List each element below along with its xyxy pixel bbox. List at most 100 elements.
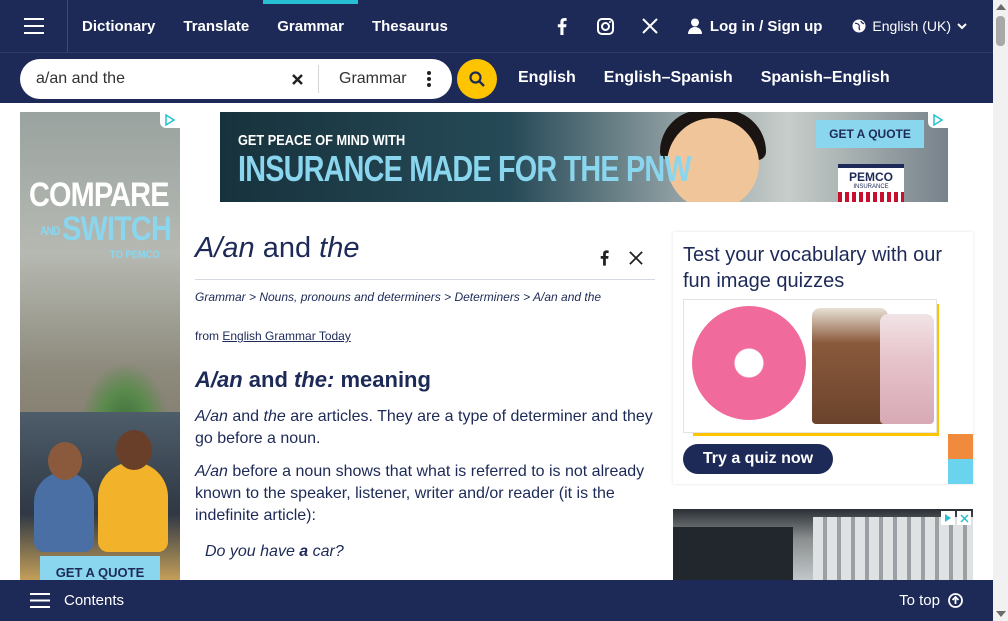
ad-person-head — [116, 430, 152, 470]
title-part: the — [319, 232, 360, 264]
user-icon — [687, 18, 702, 34]
paragraph: A/an before a noun shows that what is re… — [195, 461, 655, 527]
search-bar: Grammar English English–Spanish Spanish–… — [0, 52, 993, 103]
text-part: A/an — [195, 408, 228, 425]
search-button[interactable] — [457, 59, 497, 99]
source-prefix: from — [195, 329, 223, 343]
login-link[interactable]: Log in / Sign up — [687, 17, 823, 35]
quiz-promo: Test your vocabulary with our fun image … — [673, 232, 973, 484]
bottom-bar: Contents To top — [0, 580, 993, 621]
page-title: A/an and the — [195, 232, 655, 265]
nav-translate[interactable]: Translate — [169, 0, 263, 52]
heading-part: the: — [294, 367, 335, 392]
decorative-block — [948, 459, 973, 484]
ad-headline: INSURANCE MADE FOR THE PNW — [238, 148, 692, 189]
ad-tagline: GET PEACE OF MIND WITH — [238, 132, 406, 149]
to-top-label: To top — [899, 592, 940, 609]
scroll-down-arrow[interactable] — [996, 611, 1006, 617]
kebab-menu-icon — [426, 71, 431, 87]
flag-stripes — [838, 192, 904, 202]
x-icon[interactable] — [629, 251, 643, 265]
paragraph: A/an and the are articles. They are a ty… — [195, 406, 655, 450]
clear-search-button[interactable] — [282, 73, 312, 85]
ad-person-image — [98, 462, 168, 552]
heading-part: A/an — [195, 367, 243, 392]
dictionary-options-button[interactable] — [426, 71, 431, 87]
hamburger-icon — [23, 18, 44, 34]
left-advertisement[interactable]: COMPARE ANDSWITCH TO PEMCO GET A QUOTE — [20, 112, 180, 582]
pemco-logo: PEMCO INSURANCE — [838, 164, 904, 202]
title-part: A/an — [195, 232, 255, 264]
text-part: a — [299, 543, 309, 560]
instagram-link[interactable] — [584, 17, 628, 35]
hamburger-icon — [30, 593, 50, 608]
ad-choices-icon[interactable] — [928, 112, 948, 128]
dict-link-english-spanish[interactable]: English–Spanish — [590, 69, 747, 87]
contents-button[interactable]: Contents — [30, 592, 124, 609]
quiz-title[interactable]: Test your vocabulary with our fun image … — [683, 242, 963, 294]
strawberry-drink-image — [880, 314, 934, 424]
search-divider — [318, 65, 319, 93]
quiz-image[interactable] — [683, 299, 937, 433]
x-link[interactable] — [628, 18, 672, 34]
language-selector[interactable]: English (UK) — [852, 18, 967, 34]
arrow-up-circle-icon — [948, 593, 963, 608]
pemco-logo-text: PEMCO — [848, 170, 893, 184]
dict-link-english[interactable]: English — [504, 69, 590, 87]
chocolate-drink-image — [812, 308, 888, 424]
scroll-up-arrow[interactable] — [996, 4, 1006, 10]
search-icon — [469, 71, 485, 87]
text-part: before a noun shows that what is referre… — [195, 463, 645, 524]
heading-part: meaning — [334, 367, 431, 392]
facebook-icon[interactable] — [600, 250, 609, 266]
dictionary-selector[interactable]: Grammar — [339, 70, 407, 88]
section-heading: A/an and the: meaning — [195, 367, 431, 393]
source-link[interactable]: English Grammar Today — [222, 329, 351, 343]
text-part: Do you have — [205, 543, 300, 560]
title-part: and — [254, 232, 320, 264]
globe-icon — [852, 19, 866, 33]
ad-choices-icon[interactable] — [941, 511, 955, 525]
contents-label: Contents — [64, 592, 125, 609]
ad-headline-word: SWITCH — [62, 210, 172, 248]
nav-grammar[interactable]: Grammar — [263, 0, 358, 52]
menu-button[interactable] — [0, 0, 68, 52]
ad-close-icon[interactable] — [957, 511, 971, 525]
chevron-down-icon — [957, 22, 967, 29]
ad-headline-2: ANDSWITCH — [40, 210, 172, 249]
top-advertisement[interactable]: GET PEACE OF MIND WITH INSURANCE MADE FO… — [220, 112, 948, 202]
nav-right: Log in / Sign up English (UK) — [540, 0, 993, 52]
top-navigation: Dictionary Translate Grammar Thesaurus L… — [0, 0, 993, 52]
instagram-icon — [597, 17, 615, 35]
dict-link-spanish-english[interactable]: Spanish–English — [747, 69, 904, 87]
ad-cta-button[interactable]: GET A QUOTE — [816, 120, 924, 148]
title-divider — [195, 279, 655, 280]
try-quiz-button[interactable]: Try a quiz now — [683, 444, 833, 474]
nav-dictionary[interactable]: Dictionary — [68, 0, 169, 52]
ad-headline-small: AND — [40, 224, 60, 239]
login-label: Log in / Sign up — [709, 17, 823, 35]
facebook-link[interactable] — [540, 17, 584, 35]
right-advertisement[interactable] — [673, 509, 973, 584]
scrollbar[interactable] — [993, 0, 1008, 621]
main-nav-links: Dictionary Translate Grammar Thesaurus — [68, 0, 462, 52]
ad-choices-icon[interactable] — [160, 112, 180, 128]
breadcrumb[interactable]: Grammar > Nouns, pronouns and determiner… — [195, 290, 601, 304]
donut-image — [692, 306, 806, 420]
ad-cta-button[interactable]: GET A QUOTE — [40, 556, 160, 582]
ad-subline: TO PEMCO — [110, 249, 160, 261]
ad-person-image — [34, 472, 94, 552]
to-top-button[interactable]: To top — [899, 580, 963, 621]
search-box: Grammar — [20, 59, 452, 99]
text-part: car? — [308, 543, 344, 560]
scrollbar-thumb[interactable] — [996, 16, 1005, 46]
dictionary-links: English English–Spanish Spanish–English — [504, 53, 904, 103]
nav-thesaurus[interactable]: Thesaurus — [358, 0, 462, 52]
ad-controls — [941, 511, 971, 525]
search-input[interactable] — [20, 61, 282, 97]
heading-part: and — [242, 367, 295, 392]
close-icon — [291, 73, 303, 85]
example-sentence: Do you have a car? — [205, 543, 344, 561]
facebook-icon — [557, 17, 567, 35]
decorative-block — [948, 434, 973, 459]
